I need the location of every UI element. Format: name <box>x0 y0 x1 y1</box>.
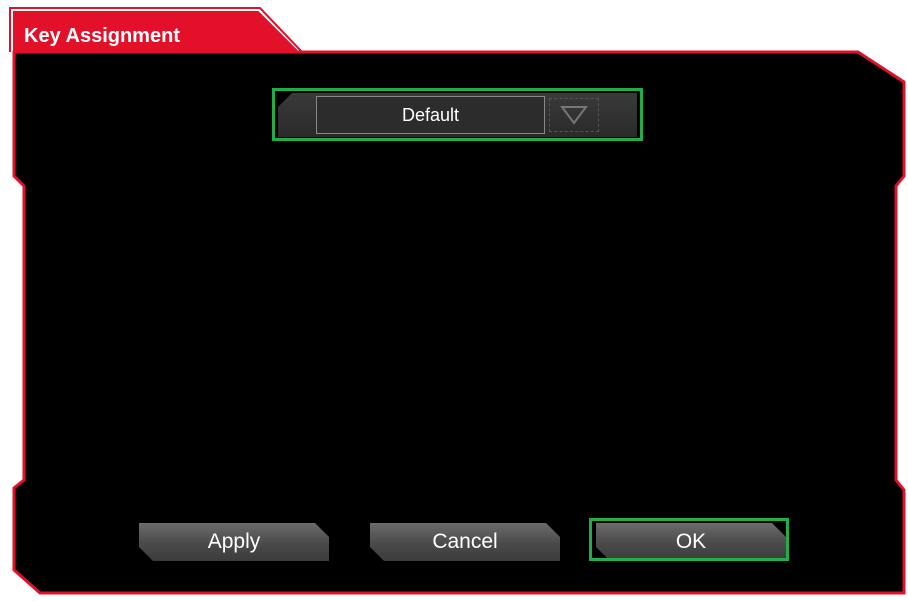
apply-button[interactable]: Apply <box>139 523 329 561</box>
cancel-button[interactable]: Cancel <box>370 523 560 561</box>
key-assignment-dialog: Key Assignment Default Apply Cancel OK <box>0 0 908 601</box>
ok-button[interactable]: OK <box>596 523 786 561</box>
dialog-title: Key Assignment <box>24 25 180 47</box>
dropdown-focus-highlight <box>272 88 643 141</box>
